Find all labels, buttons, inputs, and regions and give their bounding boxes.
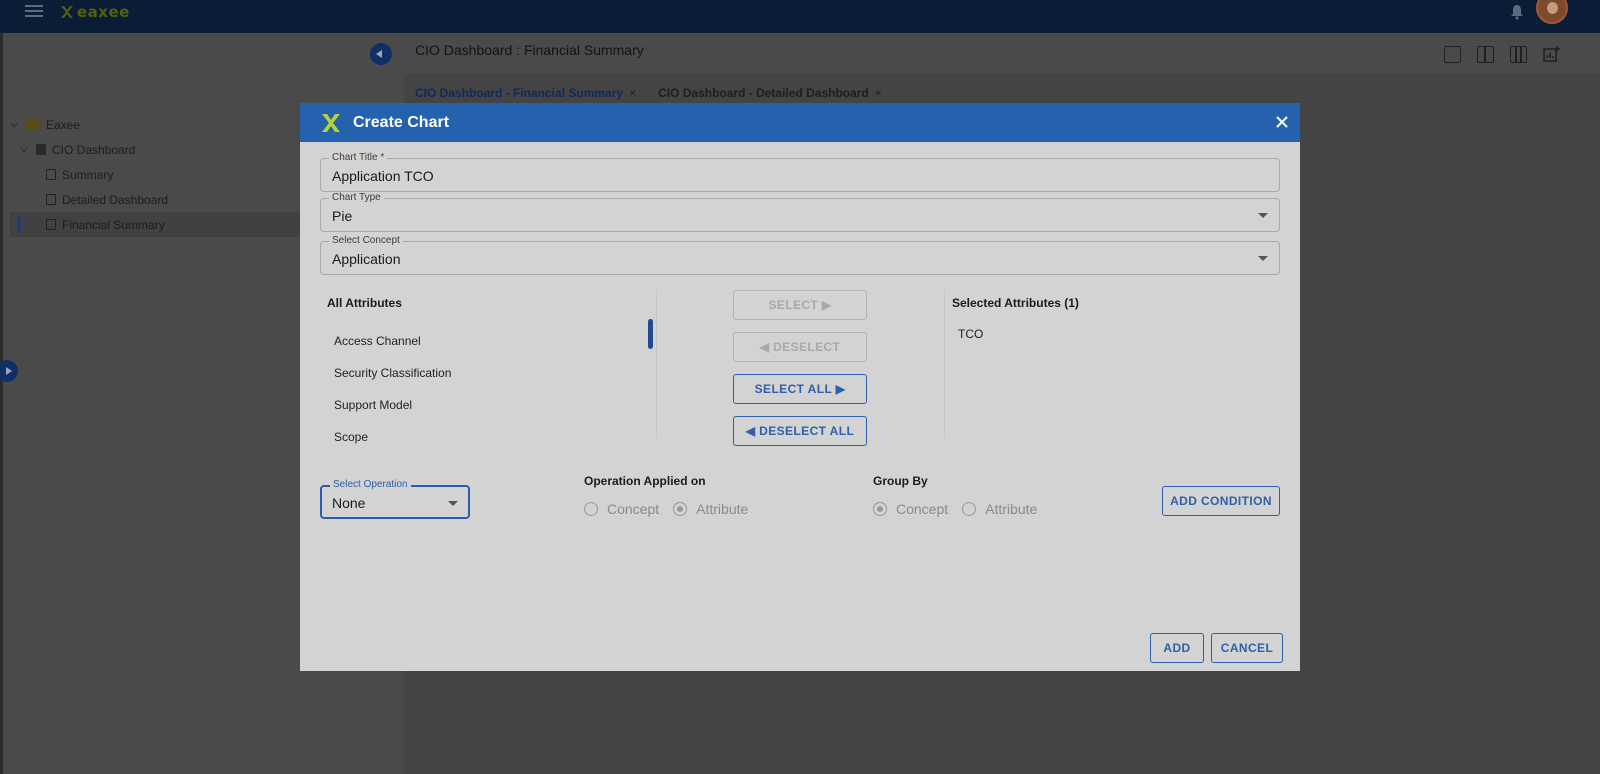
tab-label: CIO Dashboard - Financial Summary [415, 86, 624, 100]
calculator-icon [36, 144, 46, 155]
select-all-button[interactable]: SELECT ALL ▶ [733, 374, 867, 404]
close-tab-icon[interactable]: × [629, 86, 636, 100]
top-navbar: eaxee [0, 0, 1600, 33]
operation-applied-on-group: Concept Attribute [584, 501, 762, 517]
all-attributes-list: Access Channel Security Classification S… [327, 325, 647, 455]
menu-icon[interactable] [25, 5, 43, 19]
radio-button[interactable] [962, 502, 977, 516]
radio-attribute[interactable]: Attribute [673, 501, 748, 517]
tree-item-label: CIO Dashboard [52, 142, 136, 157]
list-item[interactable]: Scope [327, 421, 647, 453]
operation-select[interactable]: Select Operation None [320, 479, 470, 519]
select-button[interactable]: SELECT ▶ [733, 290, 867, 320]
operation-applied-on-title: Operation Applied on [584, 474, 706, 488]
divider [656, 289, 657, 439]
radio-concept[interactable]: Concept [873, 501, 948, 517]
tree-item-label: Detailed Dashboard [62, 192, 169, 207]
create-chart-dialog: Create Chart Chart Title * Application T… [300, 103, 1300, 671]
tab-financial-summary[interactable]: CIO Dashboard - Financial Summary × [415, 86, 636, 100]
dialog-header: Create Chart [300, 103, 1300, 142]
add-condition-button[interactable]: ADD CONDITION [1162, 486, 1280, 516]
deselect-button[interactable]: ◀ DESELECT [733, 332, 867, 362]
field-label: Select Concept [329, 235, 403, 246]
close-icon[interactable] [1272, 112, 1292, 132]
field-label: Chart Type [329, 192, 384, 203]
close-tab-icon[interactable]: × [875, 86, 882, 100]
selected-value: None [332, 495, 366, 511]
brand-name: eaxee [77, 3, 130, 21]
radio-label: Concept [607, 501, 660, 517]
list-item[interactable]: Support Model [327, 389, 647, 421]
concept-select[interactable]: Select Concept Application [320, 235, 1280, 275]
all-attributes-title: All Attributes [327, 296, 402, 310]
list-item[interactable]: TCO [958, 325, 983, 343]
add-chart-icon[interactable] [1543, 46, 1560, 63]
chevron-down-icon[interactable] [10, 121, 18, 129]
dropdown-arrow-icon[interactable] [448, 501, 458, 506]
collapse-sidebar-button[interactable] [370, 43, 392, 65]
chart-type-select[interactable]: Chart Type Pie [320, 192, 1280, 232]
divider [944, 289, 945, 439]
chart-title-input[interactable]: Application TCO [332, 168, 434, 184]
tree-item-label: Eaxee [46, 117, 81, 132]
chevron-down-icon[interactable] [20, 146, 28, 154]
brand-logo[interactable]: eaxee [60, 2, 130, 22]
tab-label: CIO Dashboard - Detailed Dashboard [658, 86, 869, 100]
dashboard-tabs: CIO Dashboard - Financial Summary × CIO … [415, 86, 882, 100]
selected-value: Pie [332, 208, 353, 224]
bell-icon[interactable] [1510, 4, 1524, 20]
dropdown-arrow-icon[interactable] [1258, 256, 1268, 261]
dropdown-arrow-icon[interactable] [1258, 213, 1268, 218]
document-icon [46, 194, 56, 205]
group-by-group: Concept Attribute [873, 501, 1051, 517]
radio-button[interactable] [873, 502, 887, 516]
document-icon [46, 169, 56, 180]
document-icon [46, 219, 56, 230]
avatar[interactable] [1536, 0, 1568, 24]
field-label: Chart Title * [329, 152, 388, 163]
tree-item-financial-summary[interactable]: Financial Summary [10, 212, 302, 237]
left-edge [0, 33, 3, 774]
radio-label: Attribute [985, 501, 1038, 517]
tree-item-detailed-dashboard[interactable]: Detailed Dashboard [10, 187, 302, 212]
tree-item-label: Summary [62, 167, 114, 182]
tree-item-eaxee[interactable]: Eaxee [10, 112, 302, 137]
list-scrollbar[interactable] [648, 319, 653, 349]
radio-attribute[interactable]: Attribute [962, 501, 1037, 517]
radio-button[interactable] [584, 502, 598, 516]
cancel-button[interactable]: CANCEL [1211, 633, 1283, 663]
field-label: Select Operation [330, 479, 411, 490]
tree-item-cio-dashboard[interactable]: CIO Dashboard [10, 137, 302, 162]
folder-icon [26, 119, 40, 130]
selected-attributes-title: Selected Attributes (1) [952, 296, 1079, 310]
page-title: CIO Dashboard : Financial Summary [415, 42, 644, 58]
dialog-title: Create Chart [353, 113, 450, 131]
add-button[interactable]: ADD [1150, 633, 1204, 663]
tree-item-summary[interactable]: Summary [10, 162, 302, 187]
tree-item-label: Financial Summary [62, 217, 165, 232]
radio-label: Attribute [696, 501, 749, 517]
expand-panel-button[interactable] [0, 360, 18, 382]
two-column-layout-icon[interactable] [1477, 46, 1494, 63]
single-layout-icon[interactable] [1444, 46, 1461, 63]
layout-switcher [1444, 46, 1560, 63]
radio-concept[interactable]: Concept [584, 501, 659, 517]
tab-detailed-dashboard[interactable]: CIO Dashboard - Detailed Dashboard × [658, 86, 882, 100]
radio-button[interactable] [673, 502, 688, 516]
chart-title-field[interactable]: Chart Title * Application TCO [320, 152, 1280, 192]
list-item[interactable]: Security Classification [327, 357, 647, 389]
group-by-title: Group By [873, 474, 928, 488]
three-column-layout-icon[interactable] [1510, 46, 1527, 63]
sidebar-tree: Eaxee CIO Dashboard Summary Detailed Das… [10, 112, 302, 237]
eaxee-logo-icon [322, 113, 340, 132]
radio-label: Concept [896, 501, 949, 517]
eaxee-logo-icon [61, 6, 73, 18]
deselect-all-button[interactable]: ◀ DESELECT ALL [733, 416, 867, 446]
list-item[interactable]: Access Channel [327, 325, 647, 357]
selected-value: Application [332, 251, 401, 267]
